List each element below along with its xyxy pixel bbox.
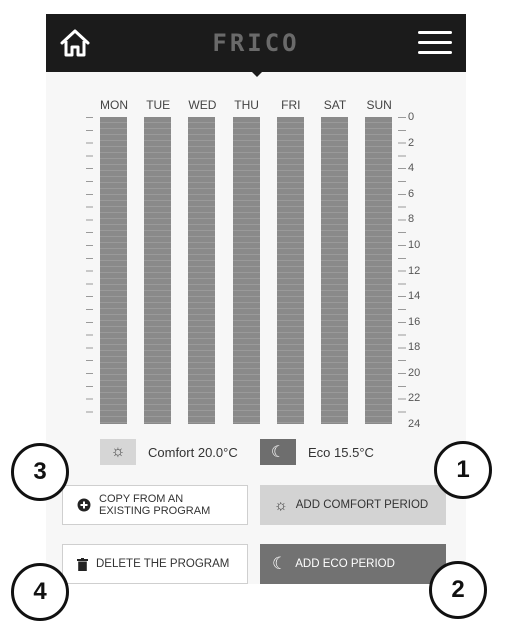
delete-program-label: DELETE THE PROGRAM bbox=[96, 558, 230, 570]
add-eco-period-label: ADD ECO PERIOD bbox=[295, 558, 395, 570]
day-column-sun[interactable] bbox=[365, 117, 393, 424]
plus-circle-icon bbox=[77, 498, 91, 512]
copy-program-button[interactable]: COPY FROM AN EXISTING PROGRAM bbox=[62, 485, 248, 525]
callout-2: 2 bbox=[429, 561, 487, 619]
right-tick-marks bbox=[398, 117, 406, 424]
day-column-tue[interactable] bbox=[144, 117, 172, 424]
day-column-wed[interactable] bbox=[188, 117, 216, 424]
hour-label: 22 bbox=[408, 392, 421, 405]
frico-logo: FRICO bbox=[212, 29, 300, 57]
left-tick-marks bbox=[86, 117, 93, 424]
moon-icon: ☾ bbox=[272, 554, 288, 573]
day-label-sun: SUN bbox=[366, 98, 392, 112]
day-label-tue: TUE bbox=[146, 98, 171, 112]
callout-4: 4 bbox=[11, 563, 69, 621]
trash-icon bbox=[77, 557, 88, 571]
callout-1: 1 bbox=[434, 441, 492, 499]
menu-button[interactable] bbox=[418, 29, 452, 57]
hour-label: 20 bbox=[408, 366, 421, 379]
sun-icon: ☼ bbox=[110, 443, 126, 460]
sun-icon: ☼ bbox=[274, 496, 288, 514]
comfort-legend-label: Comfort 20.0°C bbox=[148, 445, 238, 460]
hour-label: 18 bbox=[408, 341, 421, 354]
hour-label: 14 bbox=[408, 290, 421, 303]
day-label-wed: WED bbox=[188, 98, 217, 112]
day-label-mon: MON bbox=[100, 98, 128, 112]
day-label-thu: THU bbox=[234, 98, 259, 112]
comfort-legend-swatch: ☼ bbox=[100, 439, 136, 465]
hour-label: 6 bbox=[408, 187, 415, 200]
hour-label: 2 bbox=[408, 136, 415, 149]
eco-legend-swatch: ☾ bbox=[260, 439, 296, 465]
add-eco-period-button[interactable]: ☾ ADD ECO PERIOD bbox=[260, 544, 446, 584]
moon-icon: ☾ bbox=[270, 444, 286, 461]
day-column-sat[interactable] bbox=[321, 117, 348, 424]
delete-program-button[interactable]: DELETE THE PROGRAM bbox=[62, 544, 248, 584]
day-column-fri[interactable] bbox=[276, 117, 304, 424]
top-bar: FRICO bbox=[46, 14, 466, 72]
day-label-fri: FRI bbox=[281, 98, 301, 112]
hour-label: 8 bbox=[408, 213, 415, 226]
hour-label: 10 bbox=[408, 238, 421, 251]
day-column-mon[interactable] bbox=[100, 117, 127, 424]
hamburger-menu-icon bbox=[418, 31, 452, 34]
app-screen: FRICO MON TUE WED THU FRI SAT SUN 0 2 4 6 8 10 12 14 1… bbox=[46, 14, 466, 584]
day-column-thu[interactable] bbox=[232, 117, 260, 424]
add-comfort-period-button[interactable]: ☼ ADD COMFORT PERIOD bbox=[260, 485, 446, 525]
hour-label: 4 bbox=[408, 162, 415, 175]
topbar-notch bbox=[252, 72, 262, 77]
hour-label: 16 bbox=[408, 315, 421, 328]
eco-legend-label: Eco 15.5°C bbox=[308, 445, 374, 460]
hour-label: 0 bbox=[408, 111, 415, 123]
add-comfort-period-label: ADD COMFORT PERIOD bbox=[295, 499, 429, 511]
callout-3: 3 bbox=[11, 443, 69, 501]
copy-program-label: COPY FROM AN EXISTING PROGRAM bbox=[99, 493, 211, 517]
hour-label: 12 bbox=[408, 264, 421, 277]
day-label-sat: SAT bbox=[323, 98, 347, 112]
hour-label: 24 bbox=[408, 418, 421, 430]
